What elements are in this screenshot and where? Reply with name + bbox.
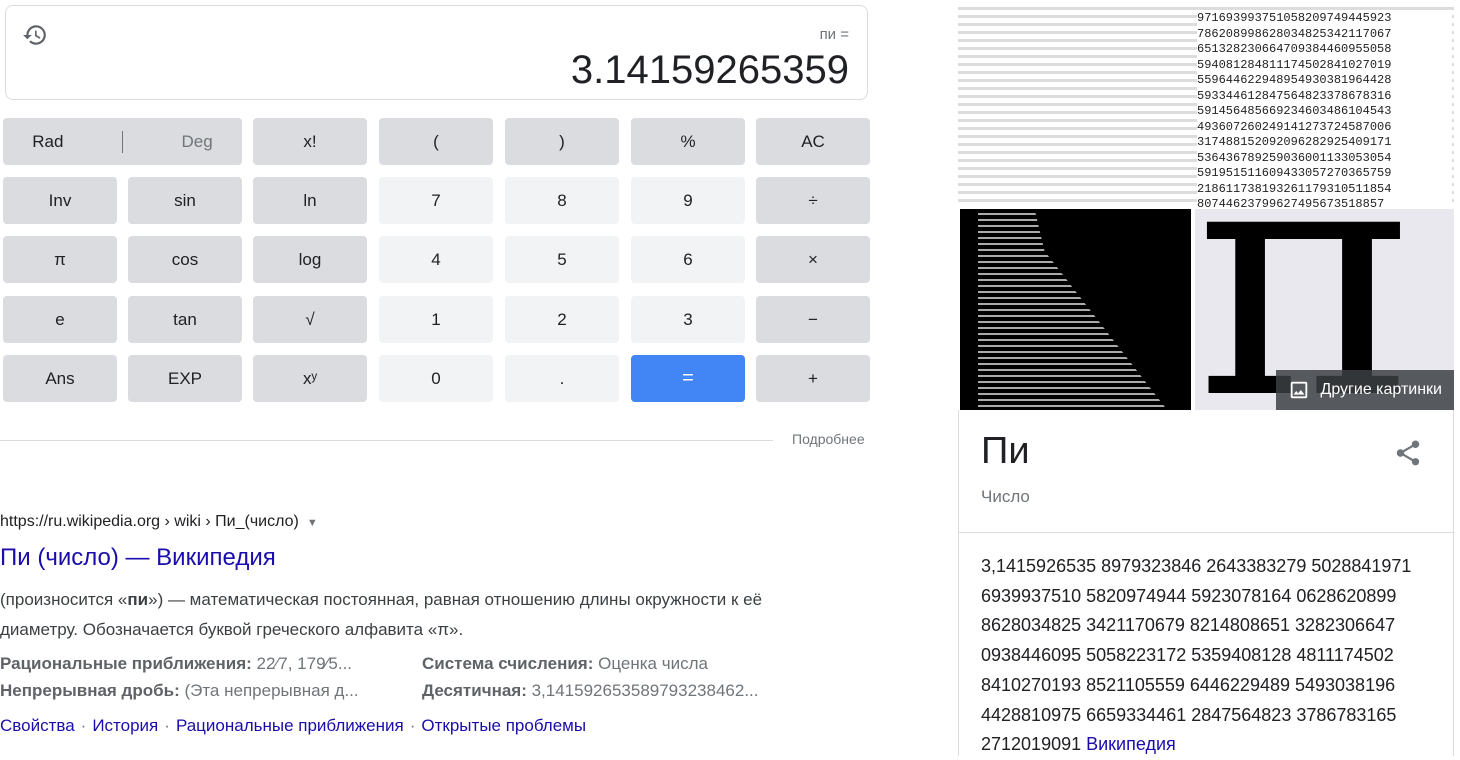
key-button[interactable]: 7 bbox=[379, 177, 493, 224]
key-button[interactable]: √ bbox=[253, 296, 367, 343]
key-button[interactable]: % bbox=[631, 118, 745, 165]
key-button[interactable]: 3 bbox=[631, 296, 745, 343]
key-button[interactable]: tan bbox=[128, 296, 242, 343]
divider bbox=[959, 532, 1453, 533]
sitelink[interactable]: Открытые проблемы bbox=[421, 716, 586, 735]
key-button[interactable]: e bbox=[3, 296, 117, 343]
fact: Система счисления: Оценка числа bbox=[422, 654, 708, 673]
sitelink[interactable]: История bbox=[92, 716, 158, 735]
result-url[interactable]: https://ru.wikipedia.org › wiki › Пи_(чи… bbox=[0, 513, 318, 531]
key-button[interactable]: xʸ bbox=[253, 355, 367, 402]
pi-digits: 3,1415926535 8979323846 2643383279 50288… bbox=[981, 556, 1412, 755]
key-button[interactable]: cos bbox=[128, 236, 242, 283]
key-button[interactable]: 9 bbox=[631, 177, 745, 224]
pi-digits-image[interactable]: 971693993751058209749445923 7862089986280… bbox=[958, 5, 1454, 207]
key-button[interactable]: + bbox=[756, 355, 870, 402]
key-button[interactable]: 0 bbox=[379, 355, 493, 402]
key-button[interactable]: 8 bbox=[505, 177, 619, 224]
key-button[interactable]: log bbox=[253, 236, 367, 283]
divider bbox=[0, 440, 773, 441]
key-button[interactable]: π bbox=[3, 236, 117, 283]
knowledge-panel: Пи Число 3,1415926535 8979323846 2643383… bbox=[958, 410, 1454, 756]
key-button[interactable]: 5 bbox=[505, 236, 619, 283]
deg-option[interactable]: Deg bbox=[182, 132, 213, 152]
image-icon bbox=[1291, 381, 1308, 399]
result-snippet: (произносится «пи») — математическая пос… bbox=[0, 590, 763, 639]
expression: пи = bbox=[819, 26, 849, 43]
fact: Рациональные приближения: 22⁄7, 179⁄5... bbox=[0, 654, 353, 673]
key-button[interactable]: 1 bbox=[379, 296, 493, 343]
panel-title: Пи bbox=[981, 430, 1030, 472]
key-button[interactable]: ) bbox=[505, 118, 619, 165]
key-button[interactable]: 4 bbox=[379, 236, 493, 283]
key-button[interactable]: AC bbox=[756, 118, 870, 165]
key-button[interactable]: EXP bbox=[128, 355, 242, 402]
rad-option[interactable]: Rad bbox=[32, 132, 63, 152]
result-value: 3.14159265359 bbox=[570, 48, 849, 92]
key-button[interactable]: = bbox=[631, 355, 745, 402]
key-button[interactable]: ÷ bbox=[756, 177, 870, 224]
rad-deg-toggle[interactable]: Rad Deg bbox=[3, 118, 242, 165]
share-icon[interactable] bbox=[1393, 438, 1423, 468]
key-button[interactable]: . bbox=[505, 355, 619, 402]
wikipedia-link[interactable]: Википедия bbox=[1086, 734, 1176, 754]
key-button[interactable]: x! bbox=[253, 118, 367, 165]
more-images-button[interactable]: Другие картинки bbox=[1276, 370, 1454, 410]
key-button[interactable]: sin bbox=[128, 177, 242, 224]
history-icon[interactable] bbox=[22, 22, 48, 48]
result-title-link[interactable]: Пи (число) — Википедия bbox=[0, 544, 276, 572]
sitelinks: Свойства · История · Рациональные приближени… bbox=[0, 716, 587, 735]
calculator-display: пи = 3.14159265359 bbox=[5, 5, 868, 100]
panel-subtitle: Число bbox=[981, 487, 1030, 506]
sitelink[interactable]: Свойства bbox=[0, 716, 75, 735]
dropdown-arrow-icon[interactable]: ▼ bbox=[307, 517, 318, 529]
key-button[interactable]: ( bbox=[379, 118, 493, 165]
key-button[interactable]: Ans bbox=[3, 355, 117, 402]
fact: Непрерывная дробь: (Эта непрерывная д... bbox=[0, 681, 359, 700]
key-button[interactable]: − bbox=[756, 296, 870, 343]
more-link[interactable]: Подробнее bbox=[792, 431, 865, 447]
key-button[interactable]: × bbox=[756, 236, 870, 283]
key-button[interactable]: 2 bbox=[505, 296, 619, 343]
key-button[interactable]: ln bbox=[253, 177, 367, 224]
key-button[interactable]: Inv bbox=[3, 177, 117, 224]
fact: Десятичная: 3,14159265358979323846​2... bbox=[422, 681, 759, 700]
key-button[interactable]: 6 bbox=[631, 236, 745, 283]
sitelink[interactable]: Рациональные приближения bbox=[176, 716, 404, 735]
pi-table-image[interactable] bbox=[960, 209, 1191, 410]
pi-symbol-image[interactable]: π Другие картинки bbox=[1195, 209, 1454, 410]
url-text: https://ru.wikipedia.org › wiki › Пи_(чи… bbox=[0, 513, 299, 530]
